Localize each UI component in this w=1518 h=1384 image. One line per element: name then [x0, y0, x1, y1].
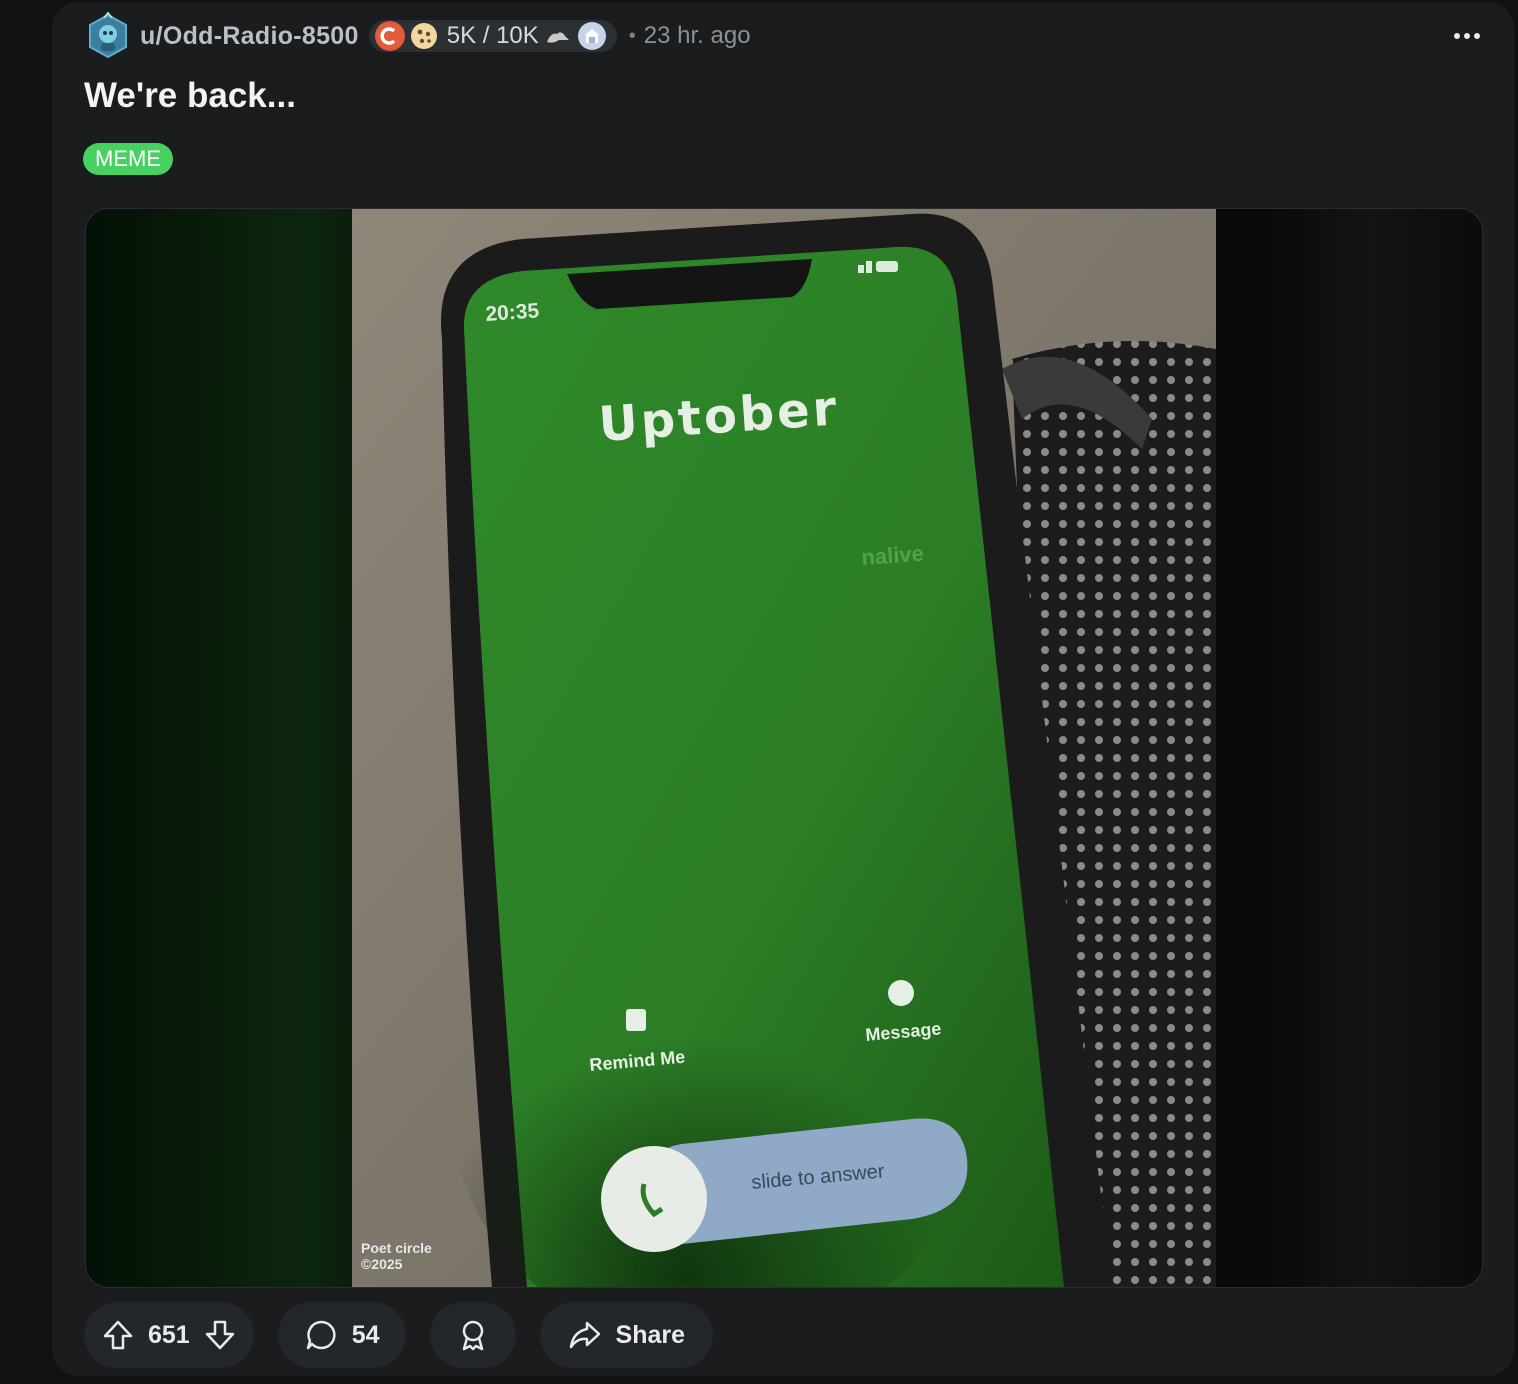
post-header: u/Odd-Radio-8500 5K / 10K • 23 hr. ago [86, 8, 1484, 64]
cookie-badge-icon [409, 21, 439, 51]
share-label: Share [615, 1320, 686, 1349]
author-username[interactable]: u/Odd-Radio-8500 [140, 22, 359, 51]
action-bar: 651 54 Share [84, 1302, 714, 1370]
phone-clock: 20:35 [485, 299, 541, 326]
comments-button[interactable]: 54 [277, 1302, 406, 1368]
award-button[interactable] [429, 1302, 516, 1368]
vote-pill: 651 [84, 1302, 254, 1368]
credit-line1: Poet circle [361, 1240, 432, 1256]
upvote-count: 651 [148, 1320, 190, 1349]
downvote-icon[interactable] [204, 1319, 236, 1351]
avatar-icon[interactable] [86, 12, 130, 60]
seal-icon [546, 32, 569, 43]
karma-progress: 5K / 10K [446, 22, 539, 49]
post-flair-tag[interactable]: MEME [83, 143, 173, 175]
share-button[interactable]: Share [539, 1302, 714, 1368]
post-card[interactable]: u/Odd-Radio-8500 5K / 10K • 23 hr. ago W… [52, 2, 1514, 1376]
comment-count: 54 [351, 1320, 380, 1349]
post-image: 20:35 Uptober nalive Remind Me Message s… [352, 209, 1216, 1287]
post-timestamp: 23 hr. ago [643, 22, 751, 49]
upvote-icon[interactable] [102, 1319, 134, 1351]
post-media[interactable]: 20:35 Uptober nalive Remind Me Message s… [85, 208, 1483, 1288]
image-watermark: nalive [861, 541, 925, 570]
comment-icon [306, 1320, 336, 1350]
more-options-icon[interactable] [1450, 22, 1484, 50]
rank-badge-icon [577, 21, 607, 51]
user-flair-pill[interactable]: 5K / 10K [368, 20, 617, 52]
separator-dot: • [628, 24, 636, 47]
c-badge-icon [374, 21, 405, 51]
credit-line2: ©2025 [361, 1256, 403, 1272]
award-icon [462, 1320, 483, 1351]
post-title[interactable]: We're back... [84, 76, 296, 116]
share-icon [569, 1321, 600, 1349]
